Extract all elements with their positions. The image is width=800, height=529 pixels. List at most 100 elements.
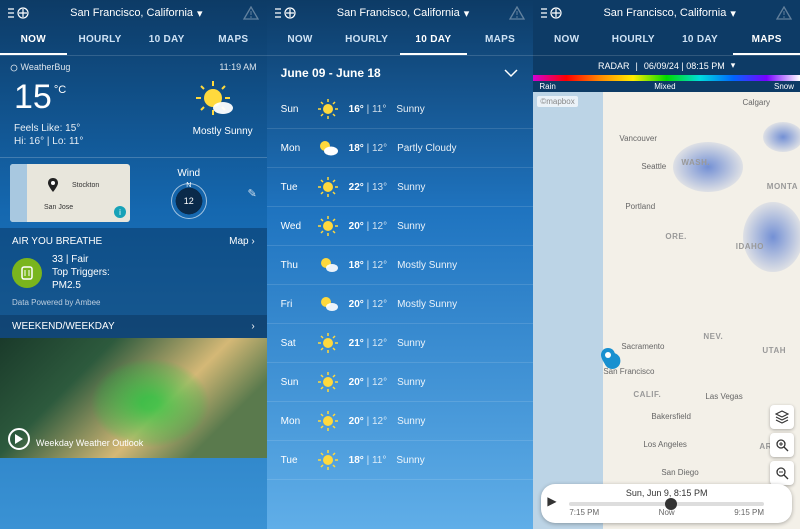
- tabs: NOW HOURLY 10 DAY MAPS: [267, 26, 534, 56]
- weekend-thumbnail[interactable]: Weekday Weather Outlook: [0, 338, 267, 458]
- menu-logo-icon[interactable]: [275, 6, 297, 20]
- day-name: Sun: [281, 377, 307, 388]
- tab-now[interactable]: NOW: [0, 26, 67, 55]
- city-label: San Diego: [661, 468, 698, 477]
- air-quality-card[interactable]: AIR YOU BREATHE Map › 33 | Fair Top Trig…: [0, 228, 267, 315]
- city-label: Los Angeles: [643, 440, 687, 449]
- header: San Francisco, California ▾: [0, 0, 267, 26]
- location-text: San Francisco, California: [337, 7, 460, 19]
- day-temps: 21° | 12°: [349, 338, 387, 349]
- alert-icon[interactable]: [243, 6, 259, 20]
- weather-icon: [317, 215, 339, 237]
- day-name: Tue: [281, 455, 307, 466]
- wind-card[interactable]: Stockton San Jose i Wind 12 ✎: [0, 158, 267, 228]
- day-name: Fri: [281, 299, 307, 310]
- forecast-row[interactable]: Sat 21° | 12° Sunny: [267, 324, 534, 363]
- maps-panel: San Francisco, California ▾ NOW HOURLY 1…: [533, 0, 800, 529]
- city-label: Bakersfield: [651, 412, 691, 421]
- tab-hourly[interactable]: HOURLY: [600, 26, 667, 55]
- zoom-in-button[interactable]: [770, 433, 794, 457]
- tab-maps[interactable]: MAPS: [733, 26, 800, 55]
- location-selector[interactable]: San Francisco, California ▾: [569, 7, 770, 20]
- day-desc: Sunny: [396, 455, 424, 466]
- tab-now[interactable]: NOW: [267, 26, 334, 55]
- tab-now[interactable]: NOW: [533, 26, 600, 55]
- radar-timestamp-bar: RADAR | 06/09/24 | 08:15 PM ▾: [533, 56, 800, 75]
- forecast-row[interactable]: Sun16° | 11°Sunny: [267, 90, 534, 129]
- city-label: Portland: [625, 202, 655, 211]
- day-desc: Mostly Sunny: [397, 299, 457, 310]
- air-value: 33 | Fair: [52, 253, 110, 266]
- play-icon[interactable]: ▶: [547, 494, 556, 508]
- tab-hourly[interactable]: HOURLY: [67, 26, 134, 55]
- hilo: Hi: 16° | Lo: 11°: [14, 136, 193, 147]
- timeline-track[interactable]: [569, 502, 764, 506]
- radar-map[interactable]: ©mapbox Calgary Vancouver Seattle Portla…: [533, 92, 800, 529]
- forecast-row[interactable]: Thu18° | 12°Mostly Sunny: [267, 246, 534, 285]
- chevron-down-icon[interactable]: ▾: [731, 60, 736, 71]
- spectrum-mixed: Mixed: [654, 82, 675, 91]
- tab-10day[interactable]: 10 DAY: [133, 26, 200, 55]
- city-label: Vancouver: [619, 134, 657, 143]
- city-label: Stockton: [72, 182, 99, 189]
- edit-icon[interactable]: ✎: [247, 187, 256, 200]
- weather-icon: [317, 449, 339, 471]
- air-attribution: Data Powered by Ambee: [12, 298, 255, 307]
- tab-hourly[interactable]: HOURLY: [333, 26, 400, 55]
- date-range: June 09 - June 18: [281, 66, 381, 80]
- day-temps: 18° | 12°: [349, 143, 387, 154]
- play-icon[interactable]: [8, 428, 30, 450]
- state-label: ORE.: [665, 232, 687, 241]
- mini-map[interactable]: Stockton San Jose i: [10, 164, 130, 222]
- radar-timeline[interactable]: ▶ Sun, Jun 9, 8:15 PM 7:15 PM Now 9:15 P…: [541, 484, 792, 523]
- tab-10day[interactable]: 10 DAY: [667, 26, 734, 55]
- timeline-knob[interactable]: [665, 498, 677, 510]
- chevron-down-icon: [503, 68, 519, 78]
- layers-button[interactable]: [770, 405, 794, 429]
- alert-icon[interactable]: [509, 6, 525, 20]
- alert-icon[interactable]: [776, 6, 792, 20]
- location-pin-icon: [601, 348, 615, 368]
- map-controls: [770, 405, 794, 485]
- air-map-link[interactable]: Map ›: [229, 236, 255, 247]
- header: San Francisco, California ▾: [267, 0, 534, 26]
- current-temp: 15°C: [14, 78, 193, 117]
- weather-icon: [317, 332, 339, 354]
- day-temps: 20° | 12°: [349, 221, 387, 232]
- menu-logo-icon[interactable]: [8, 6, 30, 20]
- air-quality-icon: [12, 258, 42, 288]
- day-temps: 22° | 13°: [349, 182, 387, 193]
- forecast-row[interactable]: Wed20° | 12°Sunny: [267, 207, 534, 246]
- forecast-row[interactable]: Tue22° | 13°Sunny: [267, 168, 534, 207]
- state-label: UTAH: [762, 346, 786, 355]
- tab-10day[interactable]: 10 DAY: [400, 26, 467, 55]
- air-triggers: PM2.5: [52, 279, 110, 292]
- forecast-row[interactable]: Fri20° | 12°Mostly Sunny: [267, 285, 534, 324]
- tab-maps[interactable]: MAPS: [467, 26, 534, 55]
- menu-logo-icon[interactable]: [541, 6, 563, 20]
- tabs: NOW HOURLY 10 DAY MAPS: [0, 26, 267, 56]
- weekend-card[interactable]: WEEKEND/WEEKDAY › Weekday Weather Outloo…: [0, 315, 267, 458]
- weekend-caption: Weekday Weather Outlook: [36, 438, 143, 448]
- weather-icon: [317, 410, 339, 432]
- forecast-row[interactable]: Mon18° | 12°Partly Cloudy: [267, 129, 534, 168]
- day-desc: Sunny: [397, 338, 425, 349]
- weather-icon: [317, 137, 339, 159]
- now-content: WeatherBug 11:19 AM 15°C Feels Like: 15°…: [0, 56, 267, 529]
- forecast-row[interactable]: Tue18° | 11°Sunny: [267, 441, 534, 480]
- city-label: Seattle: [641, 162, 666, 171]
- date-range-header[interactable]: June 09 - June 18: [267, 56, 534, 90]
- day-name: Sat: [281, 338, 307, 349]
- location-selector[interactable]: San Francisco, California ▾: [303, 7, 504, 20]
- day-desc: Mostly Sunny: [397, 260, 457, 271]
- timeline-date: Sun, Jun 9, 8:15 PM: [551, 488, 782, 498]
- info-icon[interactable]: i: [114, 206, 126, 218]
- forecast-row[interactable]: Sun20° | 12°Sunny: [267, 363, 534, 402]
- condition-icon: [193, 78, 237, 122]
- forecast-row[interactable]: Mon20° | 12°Sunny: [267, 402, 534, 441]
- day-name: Mon: [281, 143, 307, 154]
- tab-maps[interactable]: MAPS: [200, 26, 267, 55]
- weekend-title: WEEKEND/WEEKDAY: [12, 321, 115, 332]
- location-selector[interactable]: San Francisco, California ▾: [36, 7, 237, 20]
- zoom-out-button[interactable]: [770, 461, 794, 485]
